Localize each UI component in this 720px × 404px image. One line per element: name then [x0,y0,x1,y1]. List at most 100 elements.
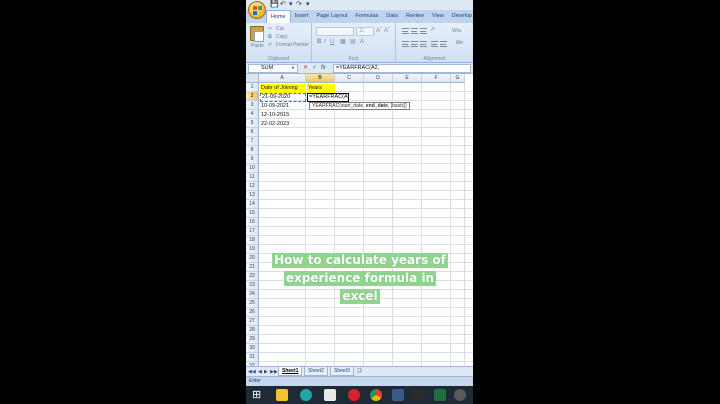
row-header[interactable]: 25 [246,299,259,308]
row-header[interactable]: 29 [246,335,259,344]
save-icon[interactable]: 💾 [270,1,279,9]
chrome-icon[interactable] [370,389,382,401]
fill-color-icon[interactable]: ▤ [350,38,356,46]
row-header[interactable]: 31 [246,353,259,362]
scissors-icon[interactable]: ✂ [268,26,272,32]
app-icon[interactable] [412,389,424,401]
app-icon[interactable] [454,389,466,401]
last-sheet-icon[interactable]: ▶▶ [270,369,278,375]
merge-center-button[interactable]: Me [456,40,463,46]
copy-icon[interactable]: ⧉ [268,34,272,40]
row-header[interactable]: 21 [246,263,259,272]
tab-formulas[interactable]: Formulas [351,10,382,23]
row-header[interactable]: 26 [246,308,259,317]
column-header[interactable]: A [259,74,306,83]
undo-icon[interactable]: ↶ [280,1,286,9]
excel-taskbar-icon[interactable] [434,389,446,401]
italic-button[interactable]: I [324,38,326,46]
column-header[interactable]: D [364,74,393,83]
tab-view[interactable]: View [428,10,448,23]
windows-start-icon[interactable]: ⊞ [252,389,264,401]
undo-dropdown-icon[interactable]: ▾ [289,1,293,9]
row-header[interactable]: 14 [246,200,259,209]
row-header[interactable]: 22 [246,272,259,281]
align-top-icon[interactable] [402,28,409,34]
column-header[interactable]: B [306,74,335,83]
row-header[interactable]: 15 [246,209,259,218]
cancel-icon[interactable]: ✕ [303,64,308,73]
paste-icon[interactable] [250,26,264,42]
row-header[interactable]: 17 [246,227,259,236]
row-header[interactable]: 23 [246,281,259,290]
row-header[interactable]: 10 [246,164,259,173]
wrap-text-button[interactable]: Wra [452,28,461,34]
prev-sheet-icon[interactable]: ◀ [258,369,262,375]
row-header[interactable]: 3 [246,101,259,110]
row-header[interactable]: 7 [246,137,259,146]
underline-button[interactable]: U [330,38,334,46]
decrease-indent-icon[interactable] [431,41,438,47]
row-header[interactable]: 9 [246,155,259,164]
column-header[interactable]: G [451,74,465,83]
next-sheet-icon[interactable]: ▶ [264,369,268,375]
row-header[interactable]: 30 [246,344,259,353]
row-header[interactable]: 12 [246,182,259,191]
column-header[interactable]: E [393,74,422,83]
align-center-icon[interactable] [411,41,418,47]
tab-developer[interactable]: Develop [448,10,473,23]
row-header[interactable]: 5 [246,119,259,128]
cell-a4[interactable]: 12-10-2015 [260,111,306,120]
row-header[interactable]: 24 [246,290,259,299]
tab-home[interactable]: Home [266,10,291,23]
select-all-corner[interactable] [246,74,259,83]
insert-sheet-icon[interactable]: ❏ [357,368,361,374]
file-explorer-icon[interactable] [276,389,288,401]
column-header[interactable]: C [335,74,364,83]
row-header[interactable]: 6 [246,128,259,137]
font-color-icon[interactable]: A [360,38,364,46]
cell-a3[interactable]: 10-09-2021 [260,102,306,111]
tab-data[interactable]: Data [382,10,402,23]
app-icon[interactable] [324,389,336,401]
sheet-tab-2[interactable]: Sheet2 [304,367,328,376]
cell-a5[interactable]: 22-02-2023 [260,120,306,129]
tab-page-layout[interactable]: Page Layout [312,10,351,23]
grow-font-icon[interactable]: Aˆ [376,27,382,35]
sheet-tab-1[interactable]: Sheet1 [278,367,303,376]
customize-toolbar-icon[interactable]: ▾ [306,1,310,9]
bold-button[interactable]: B [317,38,321,46]
opera-icon[interactable] [348,389,360,401]
tab-insert[interactable]: Insert [291,10,313,23]
insert-function-icon[interactable]: fx [321,64,326,73]
row-header[interactable]: 27 [246,317,259,326]
align-middle-icon[interactable] [411,28,418,34]
formula-input[interactable]: =YEARFRAC(A2, [333,64,471,73]
worksheet-grid[interactable]: ABCDEFG 1 2 3 4 5 6 7 8 9 10 11 12 13 14 15 16 17 18 19 20 2… [246,74,473,366]
row-header[interactable]: 19 [246,245,259,254]
format-painter-icon[interactable]: ✐ [268,42,272,48]
font-name-dropdown[interactable] [316,27,354,36]
copy-button[interactable]: Copy [276,34,288,40]
align-bottom-icon[interactable] [420,28,427,34]
increase-indent-icon[interactable] [440,41,447,47]
row-header[interactable]: 1 [246,83,259,92]
orientation-icon[interactable]: ↗ [430,26,435,34]
align-right-icon[interactable] [420,41,427,47]
column-header[interactable]: F [422,74,451,83]
name-box-dropdown-icon[interactable]: ▼ [291,65,295,70]
cut-button[interactable]: Cut [276,26,284,32]
cell-a2[interactable]: 21-09-2020 [260,93,306,102]
first-sheet-icon[interactable]: ◀◀ [248,369,256,375]
row-header[interactable]: 11 [246,173,259,182]
borders-icon[interactable]: ▦ [340,38,346,46]
row-header[interactable]: 13 [246,191,259,200]
row-header[interactable]: 20 [246,254,259,263]
font-size-dropdown[interactable]: 11 [356,27,374,36]
shrink-font-icon[interactable]: Aˇ [384,27,390,35]
cell-a1[interactable]: Date of Joining [260,84,306,93]
row-header[interactable]: 18 [246,236,259,245]
office-button[interactable] [248,1,266,19]
tab-review[interactable]: Review [402,10,428,23]
align-left-icon[interactable] [402,41,409,47]
sheet-tab-3[interactable]: Sheet3 [330,367,354,376]
